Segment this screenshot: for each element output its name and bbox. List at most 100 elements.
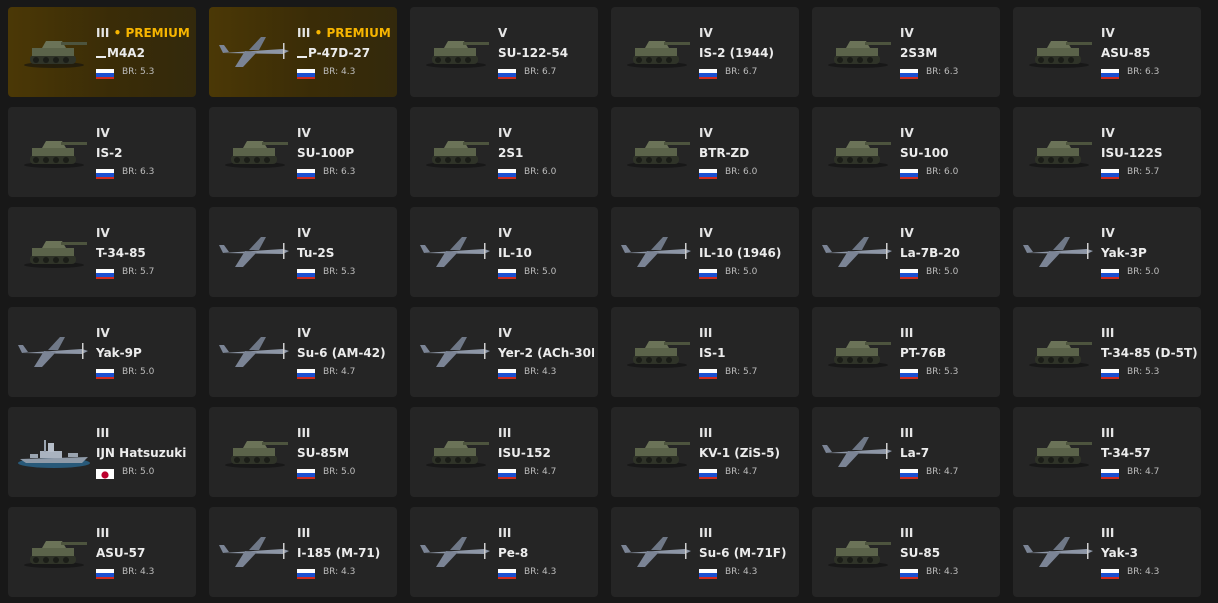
vehicle-card-pe-8[interactable]: III Pe-8 BR: 4.3 [410,507,598,597]
vehicle-card-is-2[interactable]: IV IS-2 BR: 6.3 [8,107,196,197]
tier-line: IV [699,126,795,141]
vehicle-card-is-1[interactable]: III IS-1 BR: 5.7 [611,307,799,397]
vehicle-thumbnail [217,31,293,71]
battle-rating: BR: 5.7 [725,367,758,377]
vehicle-name: BTR-ZD [699,146,795,162]
vehicle-card-yak-3[interactable]: III Yak-3 BR: 4.3 [1013,507,1201,597]
vehicle-info: III KV-1 (ZiS-5) BR: 4.7 [699,426,795,479]
vehicle-card-kv-1-zis-5[interactable]: III KV-1 (ZiS-5) BR: 4.7 [611,407,799,497]
vehicle-info: III IS-1 BR: 5.7 [699,326,795,379]
vehicle-thumbnail [1021,231,1097,271]
vehicle-card-tu-2s[interactable]: IV Tu-2S BR: 5.3 [209,207,397,297]
vehicle-name: T-34-85 [96,246,192,262]
vehicle-card-p-47d-27[interactable]: III • PREMIUM P-47D-27 BR: 4.3 [209,7,397,97]
vehicle-card-t-34-57[interactable]: III T-34-57 BR: 4.7 [1013,407,1201,497]
vehicle-info: IV Su-6 (AM-42) BR: 4.7 [297,326,393,379]
vehicle-card-2s1[interactable]: IV 2S1 BR: 6.0 [410,107,598,197]
tier-label: V [498,26,508,40]
vehicle-name-text: IL-10 [498,246,532,260]
tier-line: IV [498,226,594,241]
vehicle-card-isu-152[interactable]: III ISU-152 BR: 4.7 [410,407,598,497]
vehicle-name: Pe-8 [498,546,594,562]
ship-icon [16,431,92,471]
br-row: BR: 5.3 [900,365,996,379]
vehicle-card-il-10[interactable]: IV IL-10 BR: 5.0 [410,207,598,297]
vehicle-card-su-6-am-42[interactable]: IV Su-6 (AM-42) BR: 4.7 [209,307,397,397]
vehicle-card-la-7b-20[interactable]: IV La-7B-20 BR: 5.0 [812,207,1000,297]
tank-icon [820,331,896,371]
vehicle-card-su-100p[interactable]: IV SU-100P BR: 6.3 [209,107,397,197]
tier-line: IV [1101,226,1197,241]
vehicle-card-yer-2-ach-30b-e[interactable]: IV Yer-2 (ACh-30B) (e BR: 4.3 [410,307,598,397]
tier-line: IV [1101,26,1197,41]
br-row: BR: 5.7 [96,265,192,279]
vehicle-name-text: T-34-85 [96,246,146,260]
vehicle-card-ijn-hatsuzuki[interactable]: III IJN Hatsuzuki BR: 5.0 [8,407,196,497]
vehicle-card-la-7[interactable]: III La-7 BR: 4.7 [812,407,1000,497]
vehicle-info: IV SU-100P BR: 6.3 [297,126,393,179]
vehicle-card-su-85[interactable]: III SU-85 BR: 4.3 [812,507,1000,597]
battle-rating: BR: 5.3 [926,367,959,377]
br-row: BR: 4.7 [900,465,996,479]
br-row: BR: 5.0 [699,265,795,279]
vehicle-info: III Su-6 (M-71F) BR: 4.3 [699,526,795,579]
tank-icon [820,31,896,71]
vehicle-card-su-6-m-71f[interactable]: III Su-6 (M-71F) BR: 4.3 [611,507,799,597]
russia-flag [498,66,516,79]
vehicle-card-su-85m[interactable]: III SU-85M BR: 5.0 [209,407,397,497]
vehicle-name-text: P-47D-27 [308,46,371,60]
russia-flag [498,266,516,279]
vehicle-card-m4a2[interactable]: III • PREMIUM M4A2 BR: 5.3 [8,7,196,97]
vehicle-card-su-100[interactable]: IV SU-100 BR: 6.0 [812,107,1000,197]
vehicle-name-text: La-7 [900,446,930,460]
russia-flag [498,466,516,479]
vehicle-card-i-185-m-71[interactable]: III I-185 (M-71) BR: 4.3 [209,507,397,597]
vehicle-thumbnail [1021,131,1097,171]
russia-flag [699,266,717,279]
vehicle-name: SU-85 [900,546,996,562]
vehicle-name-text: IJN Hatsuzuki [96,446,187,460]
vehicle-card-btr-zd[interactable]: IV BTR-ZD BR: 6.0 [611,107,799,197]
russia-flag [1101,166,1119,179]
russia-flag [498,566,516,579]
battle-rating: BR: 4.7 [725,467,758,477]
battle-rating: BR: 4.3 [122,567,155,577]
premium-marker [297,46,307,58]
vehicle-thumbnail [619,31,695,71]
vehicle-card-yak-3p[interactable]: IV Yak-3P BR: 5.0 [1013,207,1201,297]
vehicle-card-isu-122s[interactable]: IV ISU-122S BR: 5.7 [1013,107,1201,197]
tier-line: III [297,426,393,441]
vehicle-card-is-2-1944[interactable]: IV IS-2 (1944) BR: 6.7 [611,7,799,97]
vehicle-card-2s3m[interactable]: IV 2S3M BR: 6.3 [812,7,1000,97]
battle-rating: BR: 5.0 [122,467,155,477]
vehicle-card-il-10-1946[interactable]: IV IL-10 (1946) BR: 5.0 [611,207,799,297]
vehicle-thumbnail [820,431,896,471]
vehicle-thumbnail [217,231,293,271]
tank-icon [619,31,695,71]
br-row: BR: 4.3 [900,565,996,579]
vehicle-card-pt-76b[interactable]: III PT-76B BR: 5.3 [812,307,1000,397]
vehicle-thumbnail [1021,31,1097,71]
vehicle-card-t-34-85[interactable]: IV T-34-85 BR: 5.7 [8,207,196,297]
vehicle-name-text: IS-2 (1944) [699,46,774,60]
vehicle-card-asu-57[interactable]: III ASU-57 BR: 4.3 [8,507,196,597]
tank-icon [16,531,92,571]
vehicle-thumbnail [619,131,695,171]
vehicle-info: III La-7 BR: 4.7 [900,426,996,479]
tier-line: III • PREMIUM [297,26,393,41]
vehicle-thumbnail [820,531,896,571]
vehicle-name: PT-76B [900,346,996,362]
vehicle-card-asu-85[interactable]: IV ASU-85 BR: 6.3 [1013,7,1201,97]
russia-flag [900,366,918,379]
vehicle-thumbnail [418,331,494,371]
russia-flag [699,166,717,179]
vehicle-card-su-122-54[interactable]: V SU-122-54 BR: 6.7 [410,7,598,97]
vehicle-info: III I-185 (M-71) BR: 4.3 [297,526,393,579]
vehicle-card-yak-9p[interactable]: IV Yak-9P BR: 5.0 [8,307,196,397]
vehicle-card-t-34-85-d-5t[interactable]: III T-34-85 (D-5T) BR: 5.3 [1013,307,1201,397]
tier-label: III [699,526,713,540]
vehicle-name: IS-1 [699,346,795,362]
tank-icon [1021,131,1097,171]
vehicle-name: ASU-85 [1101,46,1197,62]
russia-flag [1101,366,1119,379]
